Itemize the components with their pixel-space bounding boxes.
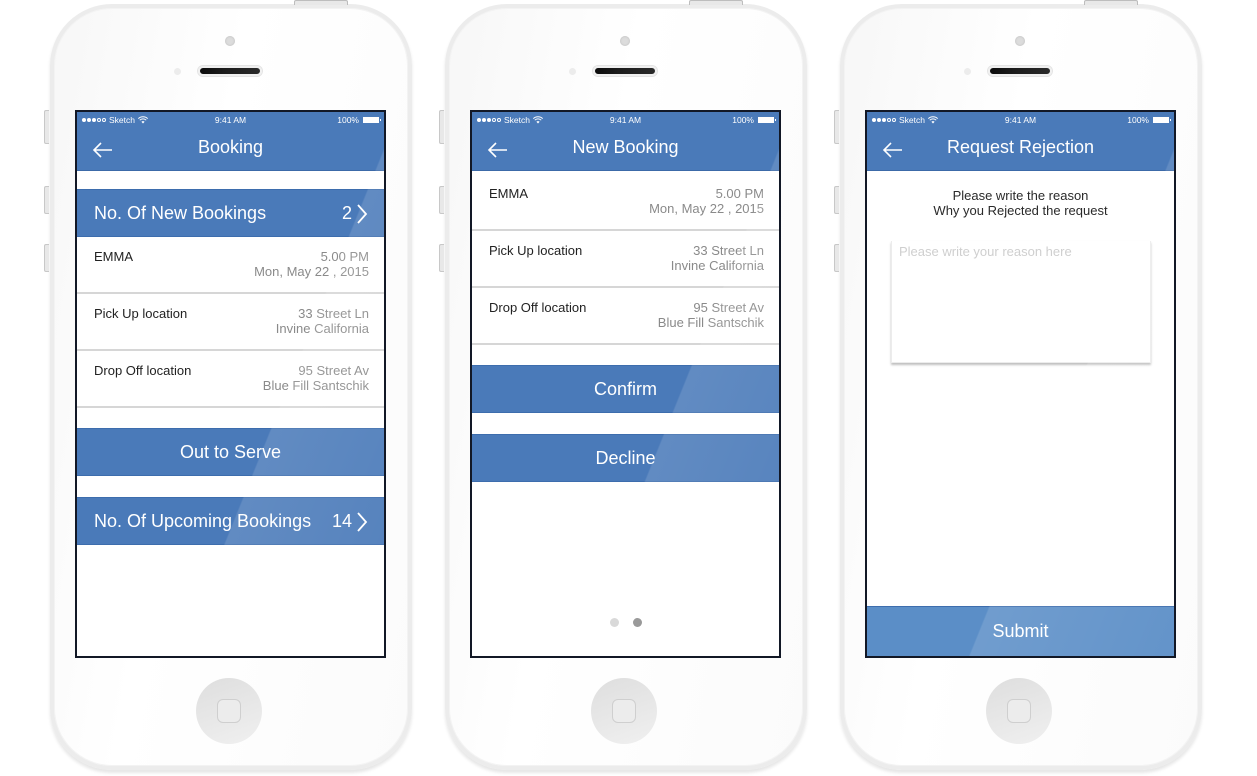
booking-time: 5.00 PM — [715, 186, 764, 201]
confirm-label: Confirm — [593, 379, 657, 399]
phone-new-booking: Sketch 9:41 AM 100% New Booking EMMA 5.0… — [439, 0, 807, 772]
volume-down-button — [44, 244, 49, 272]
screen: Sketch 9:41 AM 100% Request Rejection Pl… — [865, 110, 1176, 658]
booking-customer-row[interactable]: EMMA 5.00 PM Mon, May 22 , 2015 — [77, 237, 384, 294]
pickup-label: Pick Up location — [94, 306, 188, 321]
battery-icon — [363, 117, 381, 123]
screen: Sketch 9:41 AM 100% Booking No. Of New B… — [75, 110, 386, 658]
pickup-address-line1: 33 Street Ln — [693, 243, 764, 258]
new-bookings-label: No. Of New Bookings — [94, 203, 267, 223]
pickup-address-line1: 33 Street Ln — [298, 306, 369, 321]
proximity-sensor — [964, 68, 971, 75]
phone-request-rejection: Sketch 9:41 AM 100% Request Rejection Pl… — [834, 0, 1202, 772]
dropoff-label: Drop Off location — [489, 300, 587, 315]
home-button — [986, 678, 1052, 744]
confirm-button[interactable]: Confirm — [472, 365, 779, 413]
dropoff-label: Drop Off location — [94, 363, 192, 378]
dropoff-address-line1: 95 Street Av — [298, 363, 369, 378]
decline-label: Decline — [595, 448, 656, 468]
pickup-location-row[interactable]: Pick Up location 33 Street Ln Invine Cal… — [77, 294, 384, 351]
out-to-serve-button[interactable]: Out to Serve — [77, 428, 384, 476]
earpiece-speaker — [988, 66, 1052, 76]
status-bar: Sketch 9:41 AM 100% — [77, 115, 384, 127]
upcoming-bookings-count: 14 — [331, 511, 352, 531]
volume-down-button — [439, 244, 444, 272]
battery-percent: 100% — [337, 115, 359, 125]
submit-label: Submit — [992, 621, 1049, 641]
page-dot-1[interactable] — [609, 618, 619, 627]
chevron-right-icon — [357, 204, 368, 224]
nav-bar: Booking — [77, 130, 384, 170]
dropoff-address-line2: Blue Fill Santschik — [657, 315, 764, 330]
earpiece-speaker — [198, 66, 262, 76]
home-button — [591, 678, 657, 744]
customer-name: EMMA — [94, 249, 133, 264]
booking-date: Mon, May 22 , 2015 — [649, 201, 764, 216]
page-title: Request Rejection — [946, 137, 1095, 157]
pickup-address-line2: Invine California — [275, 321, 369, 336]
header: Sketch 9:41 AM 100% New Booking — [472, 112, 779, 171]
battery-percent: 100% — [1127, 115, 1149, 125]
chevron-right-icon — [357, 512, 368, 532]
customer-name: EMMA — [489, 186, 528, 201]
rejection-prompt: Please write the reason Why you Rejected… — [867, 188, 1174, 218]
dropoff-location-row[interactable]: Drop Off location 95 Street Av Blue Fill… — [472, 288, 779, 345]
page-indicator — [472, 618, 779, 627]
header: Sketch 9:41 AM 100% Request Rejection — [867, 112, 1174, 171]
mute-switch — [439, 110, 444, 144]
sleep-button — [1084, 0, 1138, 5]
booking-date: Mon, May 22 , 2015 — [254, 264, 369, 279]
status-bar: Sketch 9:41 AM 100% — [867, 115, 1174, 127]
home-button-square-icon — [612, 699, 636, 723]
screen: Sketch 9:41 AM 100% New Booking EMMA 5.0… — [470, 110, 781, 658]
page-dot-2-active[interactable] — [632, 618, 642, 627]
mute-switch — [44, 110, 49, 144]
home-button-square-icon — [217, 699, 241, 723]
pickup-address-line2: Invine California — [670, 258, 764, 273]
new-bookings-button[interactable]: No. Of New Bookings 2 — [77, 189, 384, 237]
pickup-label: Pick Up location — [489, 243, 583, 258]
upcoming-bookings-button[interactable]: No. Of Upcoming Bookings 14 — [77, 497, 384, 545]
home-button — [196, 678, 262, 744]
front-camera — [225, 36, 235, 46]
booking-time: 5.00 PM — [320, 249, 369, 264]
reason-textarea[interactable] — [891, 241, 1151, 363]
battery-icon — [758, 117, 776, 123]
nav-bar: Request Rejection — [867, 130, 1174, 170]
out-to-serve-label: Out to Serve — [179, 442, 282, 462]
mute-switch — [834, 110, 839, 144]
prompt-line-2: Why you Rejected the request — [933, 203, 1108, 218]
dropoff-address-line1: 95 Street Av — [693, 300, 764, 315]
front-camera — [1015, 36, 1025, 46]
dropoff-location-row[interactable]: Drop Off location 95 Street Av Blue Fill… — [77, 351, 384, 408]
sleep-button — [689, 0, 743, 5]
prompt-line-1: Please write the reason — [952, 188, 1089, 203]
earpiece-speaker — [593, 66, 657, 76]
battery-icon — [1153, 117, 1171, 123]
status-bar: Sketch 9:41 AM 100% — [472, 115, 779, 127]
proximity-sensor — [174, 68, 181, 75]
page-title: Booking — [197, 137, 264, 157]
new-bookings-count: 2 — [341, 203, 352, 223]
volume-up-button — [834, 186, 839, 214]
pickup-location-row[interactable]: Pick Up location 33 Street Ln Invine Cal… — [472, 231, 779, 288]
home-button-square-icon — [1007, 699, 1031, 723]
upcoming-bookings-label: No. Of Upcoming Bookings — [94, 511, 312, 531]
dropoff-address-line2: Blue Fill Santschik — [262, 378, 369, 393]
front-camera — [620, 36, 630, 46]
volume-down-button — [834, 244, 839, 272]
page-title: New Booking — [572, 137, 679, 157]
proximity-sensor — [569, 68, 576, 75]
nav-bar: New Booking — [472, 130, 779, 170]
volume-up-button — [439, 186, 444, 214]
decline-button[interactable]: Decline — [472, 434, 779, 482]
volume-up-button — [44, 186, 49, 214]
phone-booking: Sketch 9:41 AM 100% Booking No. Of New B… — [44, 0, 412, 772]
sleep-button — [294, 0, 348, 5]
booking-customer-row[interactable]: EMMA 5.00 PM Mon, May 22 , 2015 — [472, 174, 779, 231]
submit-button[interactable]: Submit — [867, 606, 1174, 656]
battery-percent: 100% — [732, 115, 754, 125]
header: Sketch 9:41 AM 100% Booking — [77, 112, 384, 171]
